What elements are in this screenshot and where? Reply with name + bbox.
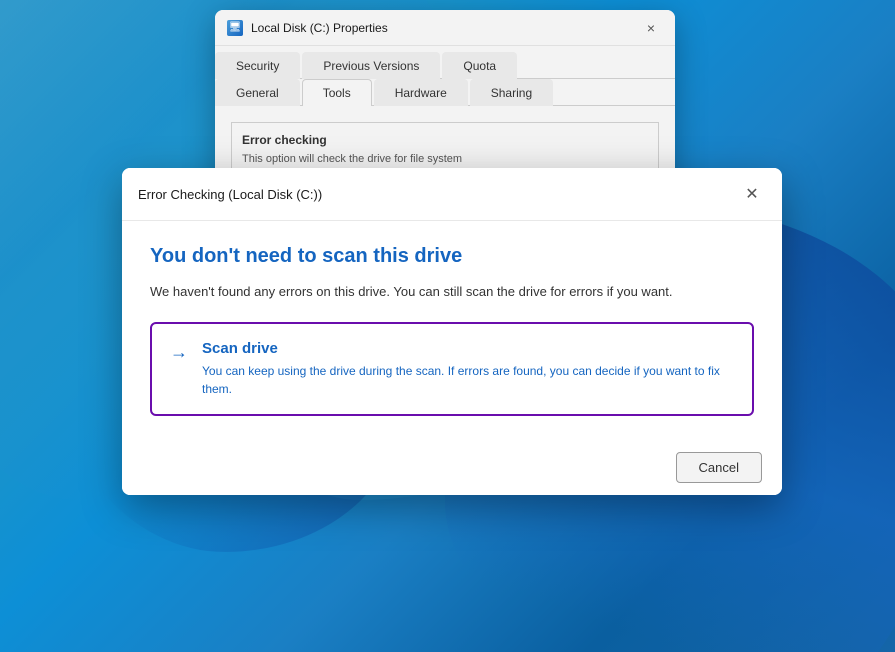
tab-tools[interactable]: Tools [302,79,372,106]
tab-general[interactable]: General [215,79,300,106]
properties-window-icon: 🖥 [227,20,243,36]
scan-drive-subdesc: You can keep using the drive during the … [202,362,734,398]
error-dialog-title: Error Checking (Local Disk (C:)) [138,187,738,202]
scan-drive-text: Scan drive You can keep using the drive … [202,340,734,398]
no-scan-description: We haven't found any errors on this driv… [150,282,754,302]
tab-previous-versions[interactable]: Previous Versions [302,52,440,79]
tab-row-1: Security Previous Versions Quota [215,46,675,79]
error-checking-title: Error checking [242,133,648,147]
error-checking-desc: This option will check the drive for fil… [242,153,648,165]
error-dialog-close-button[interactable]: ✕ [738,180,766,208]
tab-security[interactable]: Security [215,52,300,79]
properties-tabs: Security Previous Versions Quota General… [215,46,675,106]
error-checking-dialog: Error Checking (Local Disk (C:)) ✕ You d… [122,168,782,495]
error-dialog-cancel-button[interactable]: Cancel [676,452,762,483]
no-scan-heading: You don't need to scan this drive [150,245,754,268]
tab-sharing[interactable]: Sharing [470,79,553,106]
error-dialog-footer: Cancel [122,440,782,495]
tab-row-2: General Tools Hardware Sharing [215,79,675,106]
properties-titlebar: 🖥 Local Disk (C:) Properties × [215,10,675,46]
scan-arrow-icon: → [170,342,188,363]
properties-window-title: Local Disk (C:) Properties [251,21,639,35]
error-dialog-titlebar: Error Checking (Local Disk (C:)) ✕ [122,168,782,221]
tab-quota[interactable]: Quota [442,52,517,79]
scan-drive-label: Scan drive [202,340,734,357]
properties-close-button[interactable]: × [639,16,663,40]
tab-hardware[interactable]: Hardware [374,79,468,106]
error-dialog-body: You don't need to scan this drive We hav… [122,221,782,440]
scan-drive-option[interactable]: → Scan drive You can keep using the driv… [150,322,754,416]
